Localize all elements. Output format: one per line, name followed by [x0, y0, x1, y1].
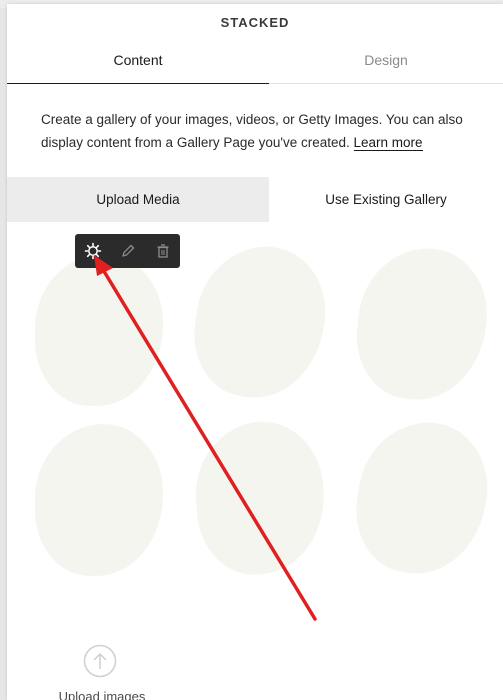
- pencil-icon[interactable]: [110, 234, 145, 268]
- panel-title: STACKED: [220, 15, 290, 30]
- editor-tabs: Content Design: [7, 44, 503, 84]
- tab-design[interactable]: Design: [269, 44, 503, 84]
- gallery-description: Create a gallery of your images, videos,…: [41, 108, 501, 154]
- tab-content[interactable]: Content: [7, 44, 269, 84]
- image-placeholder: [186, 237, 334, 407]
- upload-media-tab[interactable]: Upload Media: [7, 177, 269, 222]
- image-placeholder: [348, 413, 496, 583]
- image-placeholder: [35, 254, 163, 406]
- gear-icon[interactable]: [75, 234, 110, 268]
- image-placeholder: [350, 241, 494, 407]
- use-existing-gallery-tab[interactable]: Use Existing Gallery: [269, 177, 503, 222]
- learn-more-link[interactable]: Learn more: [353, 135, 423, 151]
- upload-arrow-icon: [83, 644, 117, 678]
- gallery-block-editor-panel: STACKED Content Design Create a gallery …: [7, 4, 503, 700]
- source-tabs: Upload Media Use Existing Gallery: [7, 177, 503, 222]
- image-placeholder: [35, 424, 163, 576]
- image-placeholder: [190, 417, 330, 579]
- gallery-placeholder-grid: [7, 222, 503, 622]
- trash-icon[interactable]: [145, 234, 180, 268]
- upload-images-button[interactable]: Upload images: [47, 644, 157, 700]
- image-toolbar: [75, 234, 180, 268]
- upload-images-label: Upload images: [58, 689, 146, 700]
